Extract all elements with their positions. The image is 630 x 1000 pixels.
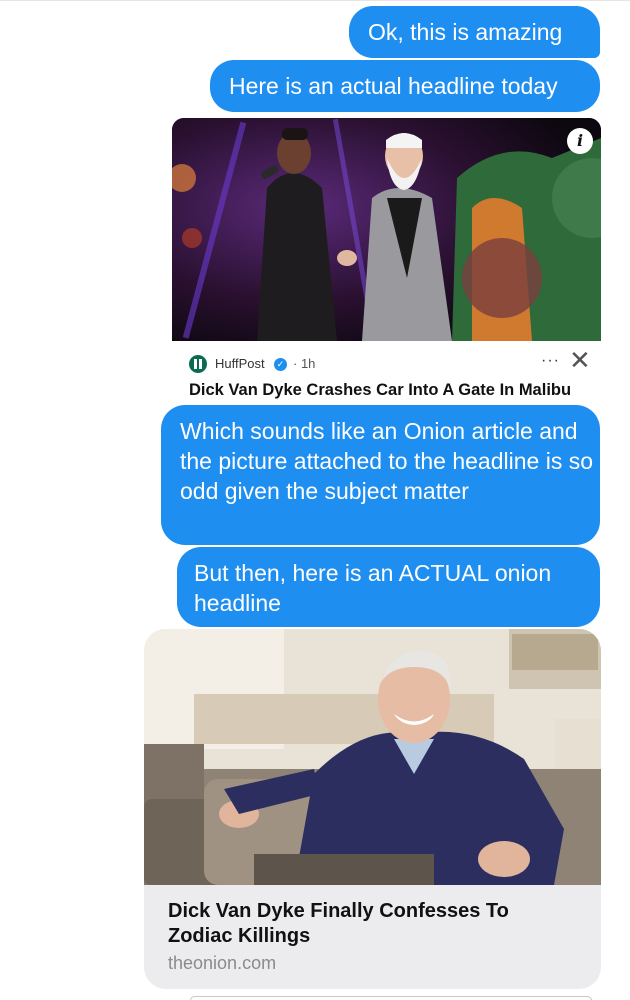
message-text: Ok, this is amazing	[368, 19, 563, 45]
huffpost-headline[interactable]: Dick Van Dyke Crashes Car Into A Gate In…	[189, 381, 571, 400]
next-bubble-edge	[190, 996, 592, 1000]
source-name: HuffPost	[215, 356, 265, 371]
onion-article-image	[144, 629, 601, 885]
message-text: Which sounds like an Onion article and t…	[180, 418, 594, 504]
info-icon[interactable]: i	[567, 128, 593, 154]
source-row: HuffPost ✓ · 1h ··· ✕	[189, 346, 599, 376]
huffpost-article-image: i	[172, 118, 601, 341]
message-bubble-3[interactable]: Which sounds like an Onion article and t…	[161, 405, 600, 545]
post-time: · 1h	[293, 356, 316, 371]
onion-headline[interactable]: Dick Van Dyke Finally Confesses To Zodia…	[168, 899, 578, 949]
message-text: But then, here is an ACTUAL onion headli…	[194, 560, 552, 616]
message-bubble-4[interactable]: But then, here is an ACTUAL onion headli…	[177, 547, 600, 627]
post-time-value: 1h	[300, 356, 316, 371]
huffpost-logo-icon	[189, 355, 207, 373]
message-bubble-1[interactable]: Ok, this is amazing	[349, 6, 600, 58]
verified-icon: ✓	[274, 358, 287, 371]
message-bubble-2[interactable]: Here is an actual headline today	[210, 60, 600, 112]
message-text: Here is an actual headline today	[229, 73, 558, 99]
onion-link-card[interactable]: Dick Van Dyke Finally Confesses To Zodia…	[144, 629, 601, 989]
close-icon[interactable]: ✕	[569, 346, 591, 376]
onion-domain: theonion.com	[168, 953, 277, 973]
top-divider	[0, 0, 630, 1]
huffpost-link-card[interactable]: i HuffPost ✓ · 1h ··· ✕ Dick Van Dyke Cr…	[172, 118, 601, 406]
more-icon[interactable]: ···	[541, 352, 560, 370]
